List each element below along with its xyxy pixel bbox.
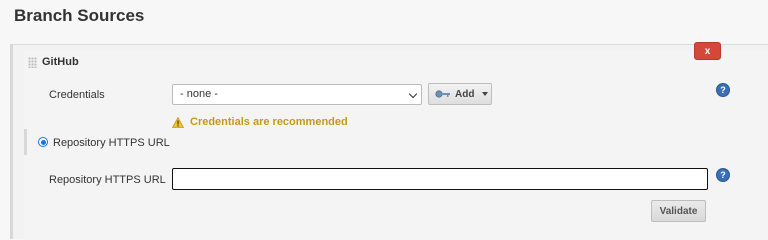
warning-text: Credentials are recommended <box>190 116 348 128</box>
repository-radio-label: Repository HTTPS URL <box>53 137 170 149</box>
repository-url-radio[interactable] <box>38 137 48 147</box>
drag-handle-icon[interactable] <box>28 57 37 68</box>
repository-url-input[interactable] <box>172 168 708 190</box>
credentials-warning: Credentials are recommended <box>171 116 348 128</box>
section-title: Branch Sources <box>14 6 145 25</box>
credentials-label: Credentials <box>49 89 105 101</box>
credentials-help-icon[interactable]: ? <box>716 83 730 97</box>
repository-url-label: Repository HTTPS URL <box>49 174 166 186</box>
source-panel-title: GitHub <box>42 56 79 68</box>
validate-button[interactable]: Validate <box>651 200 706 222</box>
radio-section-bar <box>24 129 27 155</box>
caret-down-icon <box>482 92 489 96</box>
warning-triangle-icon <box>171 116 185 128</box>
delete-source-button[interactable]: x <box>694 42 721 60</box>
radio-selected-dot <box>40 139 46 145</box>
repository-help-icon[interactable]: ? <box>716 168 730 182</box>
add-button-label: Add <box>455 88 475 100</box>
add-credentials-button[interactable]: Add <box>428 83 492 105</box>
credentials-select[interactable]: - none - <box>172 84 422 105</box>
key-icon <box>435 89 451 99</box>
chevron-down-icon <box>408 89 418 99</box>
credentials-select-value: - none - <box>180 88 218 100</box>
